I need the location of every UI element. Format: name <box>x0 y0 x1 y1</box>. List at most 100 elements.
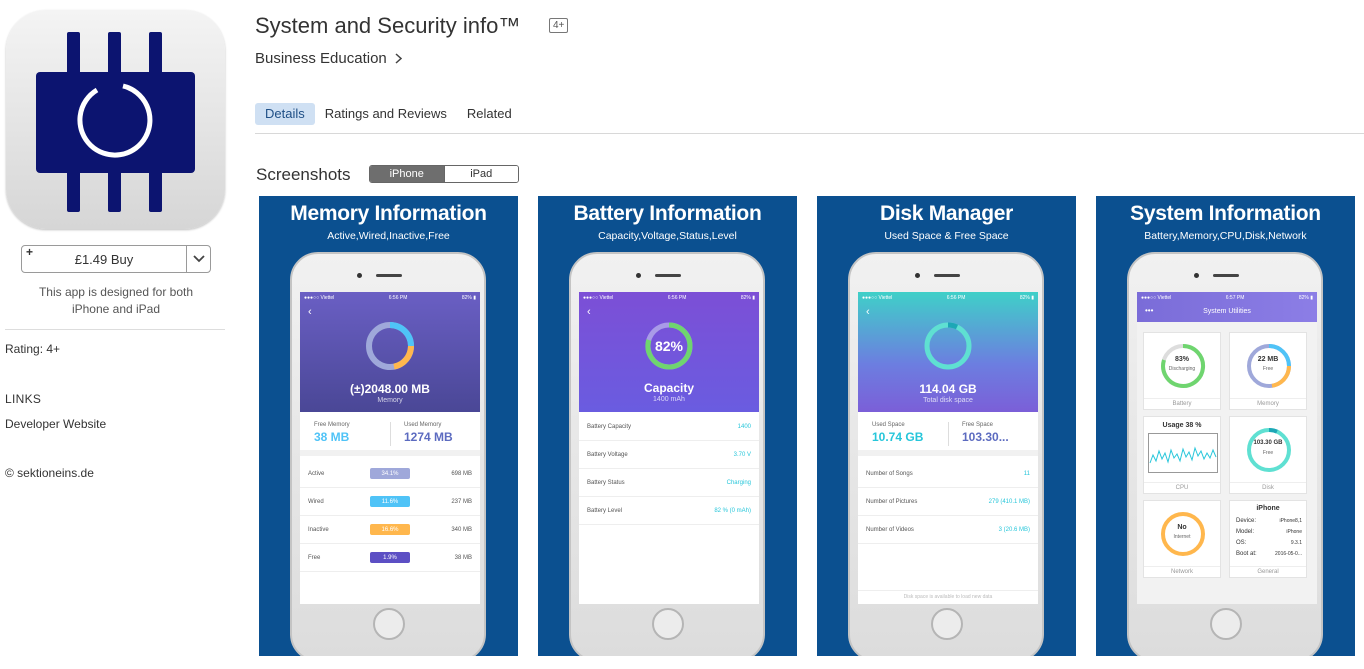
back-icon: ‹ <box>587 306 591 318</box>
cell-label: Memory <box>1230 398 1306 407</box>
table-row: Active 34.1% 698 MB <box>300 460 480 488</box>
disk-ring-icon <box>924 322 972 370</box>
screenshot-subtitle: Used Space & Free Space <box>884 230 1009 242</box>
memory-total: (±)2048.00 MB <box>350 382 430 396</box>
capacity-value: 1400 mAh <box>653 396 685 403</box>
network-ring-value: No <box>1177 524 1187 531</box>
buy-main[interactable]: + £1.49 Buy <box>22 245 186 272</box>
free-space: Free Space 103.30... <box>962 422 1009 444</box>
cpu-graph-icon <box>1148 433 1218 473</box>
toggle-iphone[interactable]: iPhone <box>370 166 444 182</box>
camera-dot <box>915 273 920 278</box>
screenshot-subtitle: Capacity,Voltage,Status,Level <box>598 230 737 242</box>
disk-ring-sub: Free <box>1262 450 1274 456</box>
rating-label: Rating: 4+ <box>5 342 61 356</box>
phone-screen: ●●●○○ Viettel 6:56 PM 82% ▮ ‹ 82% Capaci… <box>579 292 759 604</box>
developer-website-link[interactable]: Developer Website <box>5 417 106 431</box>
stat-divider <box>948 422 949 446</box>
table-row: Inactive 16.6% 340 MB <box>300 516 480 544</box>
memory-cell: 22 MB Free Memory <box>1229 332 1307 410</box>
category-link[interactable]: Business Education <box>255 50 402 67</box>
chevron-right-icon <box>395 53 402 64</box>
toggle-ipad[interactable]: iPad <box>443 166 518 182</box>
screenshot-memory[interactable]: Memory Information Active,Wired,Inactive… <box>259 196 518 656</box>
home-button <box>373 608 405 640</box>
tab-details[interactable]: Details <box>255 103 315 125</box>
used-space: Used Space 10.74 GB <box>872 422 924 444</box>
tab-ratings-and-reviews[interactable]: Ratings and Reviews <box>315 103 457 125</box>
disk-ring-value: 103.30 GB <box>1253 440 1283 446</box>
speaker-slot <box>655 274 681 277</box>
general-info: Device: iPhone8,1 Model: iPhone OS: 9.3.1 B… <box>1236 518 1302 557</box>
cell-label: CPU <box>1144 482 1220 491</box>
screenshot-battery[interactable]: Battery Information Capacity,Voltage,Sta… <box>538 196 797 656</box>
battery-ring-sub: Discharging <box>1168 366 1196 372</box>
back-icon: ‹ <box>308 306 312 318</box>
status-battery: 82% ▮ <box>740 294 755 301</box>
buy-button[interactable]: + £1.49 Buy <box>21 245 211 273</box>
table-row: Number of Pictures 279 (410.1 MB) <box>858 488 1038 516</box>
cell-label: General <box>1230 566 1306 575</box>
capacity-title: Capacity <box>643 381 695 395</box>
general-cell: iPhone Device: iPhone8,1 Model: iPhone OS:… <box>1229 500 1307 578</box>
status-carrier: ●●●○○ Viettel <box>583 294 614 301</box>
status-bar: ●●●○○ Viettel 6:56 PM 82% ▮ <box>579 292 759 303</box>
tabs-divider <box>255 133 1364 134</box>
status-carrier: ●●●○○ Viettel <box>862 294 893 301</box>
back-icon: ‹ <box>866 306 870 318</box>
cpu-cell: Usage 38 % CPU <box>1143 416 1221 494</box>
camera-dot <box>1194 273 1199 278</box>
screenshot-title: Disk Manager <box>880 202 1013 225</box>
screenshot-subtitle: Active,Wired,Inactive,Free <box>327 230 450 242</box>
general-heading: iPhone <box>1256 505 1280 512</box>
screenshot-title: System Information <box>1130 202 1321 225</box>
buy-dropdown[interactable] <box>186 246 210 272</box>
plus-icon: + <box>26 245 34 259</box>
status-carrier: ●●●○○ Viettel <box>1141 294 1172 301</box>
free-memory: Free Memory 38 MB <box>314 422 350 444</box>
memory-label: Memory <box>377 397 403 404</box>
screenshot-subtitle: Battery,Memory,CPU,Disk,Network <box>1144 230 1307 242</box>
screenshots-heading: Screenshots <box>256 165 351 184</box>
age-badge: 4+ <box>549 18 569 33</box>
stat-divider <box>390 422 391 446</box>
tab-related[interactable]: Related <box>457 103 522 125</box>
status-bar: ●●●○○ Viettel 6:57 PM 82% ▮ <box>1137 292 1317 303</box>
disk-total-label: Total disk space <box>923 397 973 404</box>
designed-for-note: This app is designed for both iPhone and… <box>38 285 194 316</box>
phone-frame: ●●●○○ Viettel 6:57 PM 82% ▮ ••• System U… <box>1127 252 1323 656</box>
camera-dot <box>636 273 641 278</box>
status-time: 6:56 PM <box>946 294 966 301</box>
memory-ring-value: 22 MB <box>1257 356 1279 363</box>
table-row: Number of Songs 11 <box>858 460 1038 488</box>
system-utilities-title: System Utilities <box>1203 308 1251 315</box>
app-title: System and Security info™ <box>255 13 521 38</box>
disk-stats: Used Space 10.74 GB Free Space 103.30... <box>858 412 1038 456</box>
screenshot-title: Memory Information <box>290 202 487 225</box>
table-row: Battery Capacity 1400 <box>579 413 759 441</box>
disk-total: 114.04 GB <box>919 382 977 396</box>
phone-frame: ●●●○○ Viettel 6:56 PM 82% ▮ ‹ 82% Capaci… <box>569 252 765 656</box>
chevron-down-icon <box>192 255 205 263</box>
used-memory: Used Memory 1274 MB <box>404 422 453 444</box>
cell-label: Disk <box>1230 482 1306 491</box>
screenshot-system[interactable]: System Information Battery,Memory,CPU,Di… <box>1096 196 1355 656</box>
table-row: Number of Videos 3 (20.6 MB) <box>858 516 1038 544</box>
cell-label: Battery <box>1144 398 1220 407</box>
status-bar: ●●●○○ Viettel 6:56 PM 82% ▮ <box>858 292 1038 303</box>
status-bar: ●●●○○ Viettel 6:56 PM 82% ▮ <box>300 292 480 303</box>
app-icon <box>6 10 225 229</box>
cpu-usage: Usage 38 % <box>1162 422 1202 429</box>
network-ring-sub: Internet <box>1173 534 1191 540</box>
links-heading: LINKS <box>5 392 42 406</box>
screenshot-disk[interactable]: Disk Manager Used Space & Free Space ●●●… <box>817 196 1076 656</box>
chip-icon <box>36 32 195 212</box>
phone-screen: ●●●○○ Viettel 6:57 PM 82% ▮ ••• System U… <box>1137 292 1317 604</box>
buy-price-label: £1.49 Buy <box>74 251 134 267</box>
status-battery: 82% ▮ <box>1298 294 1313 301</box>
home-button <box>931 608 963 640</box>
table-row: Free 1.9% 38 MB <box>300 544 480 572</box>
status-time: 6:56 PM <box>388 294 408 301</box>
speaker-slot <box>1213 274 1239 277</box>
table-row: Battery Level 82 % (0 mAh) <box>579 497 759 525</box>
